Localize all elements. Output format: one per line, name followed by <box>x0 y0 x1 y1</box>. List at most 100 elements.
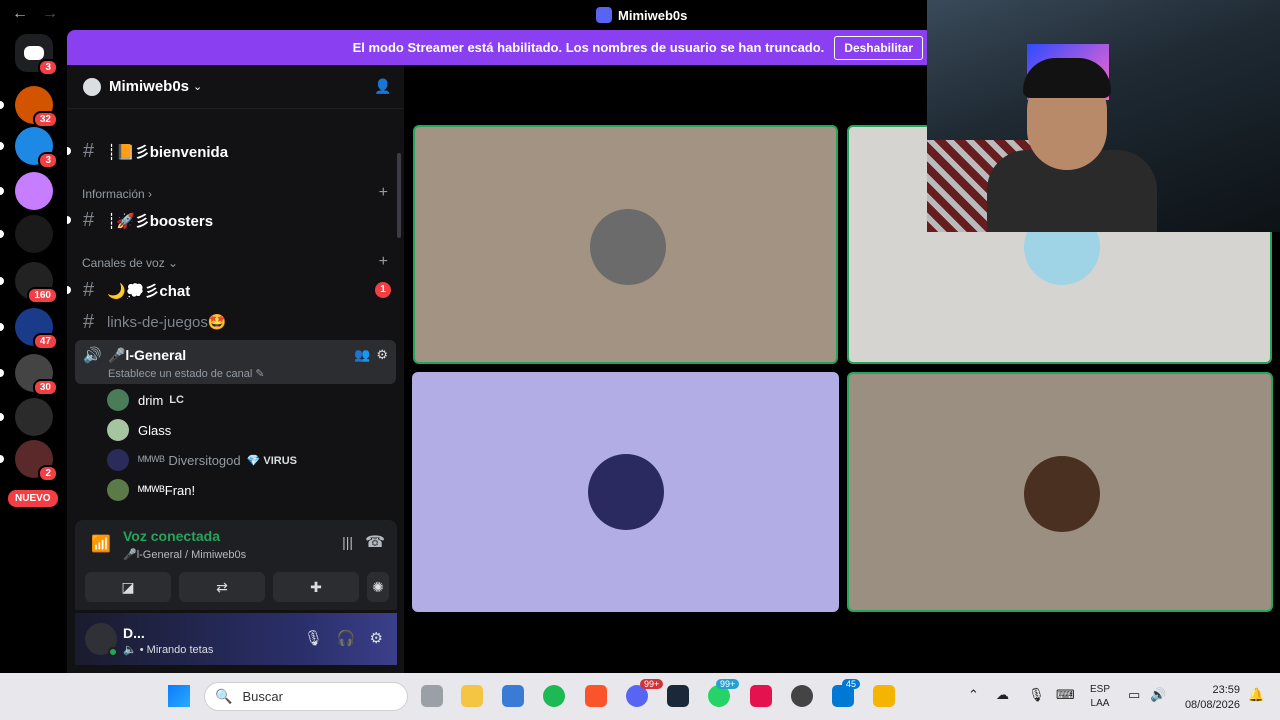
activities-icon: ✚ <box>310 579 322 595</box>
speaker-icon: 🔊 <box>83 347 102 364</box>
soundboard-icon: ✺ <box>372 579 384 595</box>
speaker-icon: 🔈 <box>123 644 137 656</box>
camera-toggle-button[interactable]: ◪ <box>85 572 171 602</box>
streamer-mode-message: El modo Streamer está habilitado. Los no… <box>352 40 825 55</box>
channel-boosters[interactable]: # ┊🚀彡boosters <box>67 205 397 235</box>
rockstar-icon[interactable] <box>873 685 895 707</box>
nav-buttons: ← → <box>12 5 72 23</box>
clock[interactable]: 23:59 08/08/2026 <box>1180 683 1240 713</box>
discord-taskbar-badge: 99+ <box>640 679 664 689</box>
category-voice[interactable]: Canales de voz ⌄ <box>82 256 178 270</box>
windows-start-icon[interactable] <box>168 685 190 707</box>
user-panel: D... 🔈 • Mirando tetas 🎙 🎧 ⚙ <box>75 613 397 665</box>
steam-icon[interactable] <box>667 685 689 707</box>
volume-icon[interactable]: 🔊 <box>1150 687 1166 703</box>
voice-member[interactable]: drim LC <box>107 388 184 412</box>
server-icon[interactable] <box>15 172 53 210</box>
server-unread-indicator <box>0 323 4 331</box>
gear-icon[interactable]: ⚙ <box>376 347 388 363</box>
member-name: ᴹᴹᵂᴮFran! <box>138 482 196 498</box>
server-icon[interactable]: 3 <box>15 127 58 169</box>
taskbar-search[interactable]: 🔍 Buscar <box>204 682 408 711</box>
guild-icon <box>83 77 101 96</box>
keyboard-icon[interactable]: ⌨ <box>1056 687 1075 703</box>
screen-share-button[interactable]: ⇄ <box>179 572 265 602</box>
video-tile[interactable] <box>413 125 838 364</box>
store-icon[interactable] <box>502 685 524 707</box>
activities-button[interactable]: ✚ <box>273 572 359 602</box>
invite-icon[interactable]: 👥 <box>354 347 370 363</box>
task-view-icon[interactable] <box>421 685 443 707</box>
language-indicator[interactable]: ESP LAA <box>1090 683 1110 711</box>
forward-arrow-icon[interactable]: → <box>42 5 58 22</box>
video-tile[interactable] <box>847 372 1273 612</box>
voice-member[interactable]: Glass <box>107 418 171 442</box>
home-button[interactable]: 3 <box>15 34 58 76</box>
hash-icon: # <box>83 278 95 301</box>
disconnect-icon[interactable]: ☎ <box>365 532 385 552</box>
channel-bienvenida[interactable]: # ┊📙彡bienvenida <box>67 136 397 166</box>
server-icon[interactable]: 32 <box>15 86 58 128</box>
add-channel-icon[interactable]: + <box>379 253 388 271</box>
member-tag: 💎 VIRUS <box>246 454 297 467</box>
channel-label: links-de-juegos🤩 <box>107 314 227 331</box>
spotify-icon[interactable] <box>543 685 565 707</box>
scrollbar[interactable] <box>397 153 401 238</box>
server-badge: 47 <box>32 333 58 350</box>
brave-icon[interactable] <box>585 685 607 707</box>
gear-icon[interactable]: ⚙ <box>370 629 383 647</box>
network-icon[interactable]: ▭ <box>1128 687 1140 703</box>
obs-icon[interactable] <box>791 685 813 707</box>
server-icon[interactable]: 47 <box>15 308 58 350</box>
discord-icon <box>596 7 612 23</box>
add-member-icon[interactable]: 👤 <box>374 78 391 94</box>
server-unread-indicator <box>0 101 4 109</box>
whatsapp-badge: 99+ <box>716 679 740 689</box>
server-icon[interactable]: 2 <box>15 440 58 482</box>
noise-suppression-icon[interactable]: ||| <box>342 534 353 550</box>
add-channel-icon[interactable]: + <box>379 184 388 202</box>
channel-label: ┊📙彡bienvenida <box>107 143 229 161</box>
server-unread-indicator <box>0 187 4 195</box>
cloud-icon[interactable]: ☁ <box>996 687 1009 703</box>
chevron-up-icon[interactable]: ⌃ <box>968 687 979 703</box>
file-explorer-icon[interactable] <box>461 685 483 707</box>
server-icon[interactable]: 30 <box>15 354 58 396</box>
streamer-headphones <box>1023 58 1111 98</box>
window-title: Mimiweb0s <box>596 7 687 23</box>
voice-member[interactable]: ᴹᴹᵂᴮFran! <box>107 478 195 502</box>
signal-icon[interactable]: 📶 <box>91 534 111 554</box>
user-status: 🔈 • Mirando tetas <box>123 644 214 656</box>
server-icon[interactable] <box>15 398 53 436</box>
headphones-icon[interactable]: 🎧 <box>337 629 356 647</box>
category-informacion[interactable]: Información › <box>82 187 152 201</box>
server-badge: 2 <box>38 465 58 482</box>
video-tile[interactable] <box>412 372 839 612</box>
microphone-icon[interactable]: 🎙 <box>304 629 323 647</box>
camera-off-icon: ◪ <box>121 579 135 595</box>
soundboard-button[interactable]: ✺ <box>367 572 389 602</box>
channel-links[interactable]: # links-de-juegos🤩 <box>75 307 397 337</box>
voice-channel-status[interactable]: Establece un estado de canal ✎ <box>108 367 265 380</box>
guild-header[interactable]: Mimiweb0s ⌄ 👤 <box>67 65 404 109</box>
channel-chat[interactable]: # 🌙💭彡chat 1 <box>67 275 397 305</box>
voice-member[interactable]: ᴹᴹᵂᴮ Diversitogod 💎 VIRUS <box>107 448 297 472</box>
voice-channel-general[interactable]: 🔊 🎤l-General Establece un estado de cana… <box>75 340 396 384</box>
search-icon: 🔍 <box>215 688 233 704</box>
server-unread-indicator <box>0 277 4 285</box>
member-tag: LC <box>169 394 184 406</box>
microphone-tray-icon[interactable]: 🎙 <box>1028 687 1045 703</box>
user-name[interactable]: D... <box>123 625 145 641</box>
avatar <box>107 449 129 471</box>
new-badge[interactable]: NUEVO <box>8 490 58 507</box>
screen-share-icon: ⇄ <box>216 579 228 595</box>
ea-icon[interactable] <box>750 685 772 707</box>
channel-label: ┊🚀彡boosters <box>107 212 214 230</box>
server-icon[interactable] <box>15 215 53 253</box>
back-arrow-icon[interactable]: ← <box>12 5 28 22</box>
server-badge: 3 <box>38 152 58 169</box>
disable-streamer-button[interactable]: Deshabilitar <box>834 35 923 60</box>
notifications-icon[interactable]: 🔔 <box>1248 687 1264 703</box>
server-icon[interactable]: 160 <box>15 262 58 304</box>
voice-path[interactable]: 🎤l-General / Mimiweb0s <box>123 548 246 561</box>
